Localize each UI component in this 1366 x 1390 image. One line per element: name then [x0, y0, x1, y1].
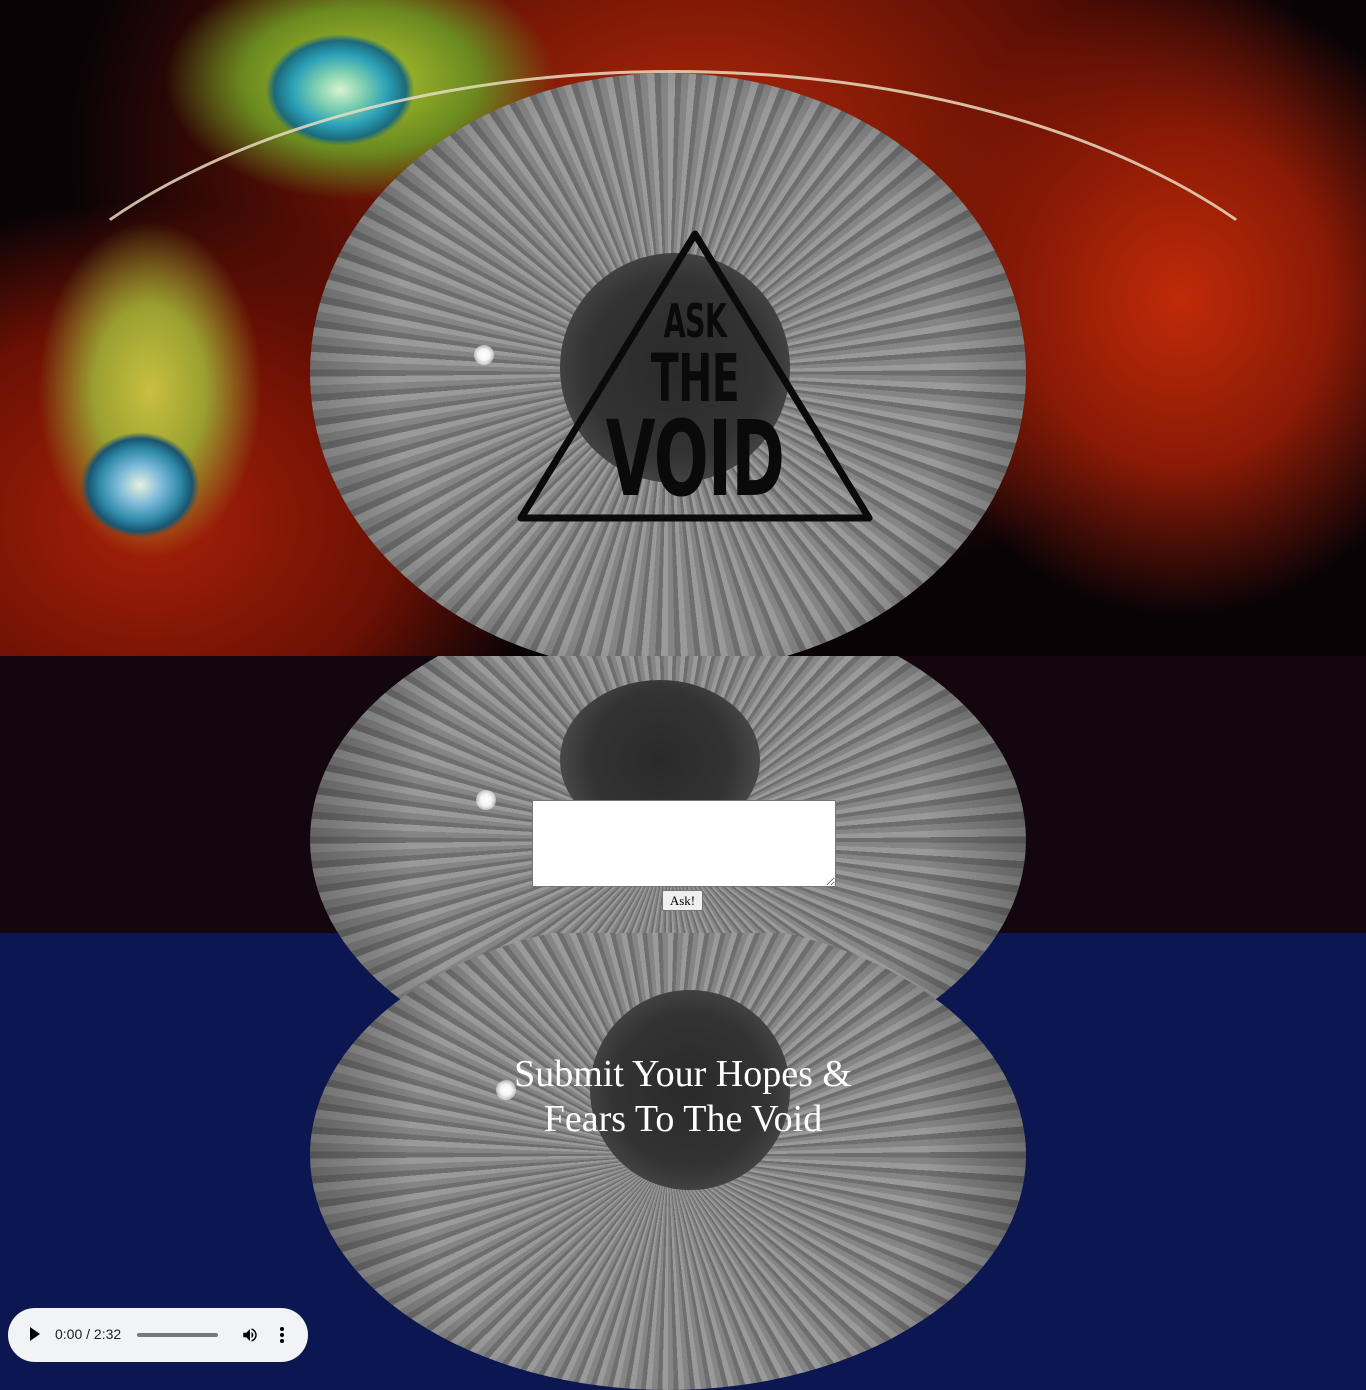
- audio-progress-slider[interactable]: [137, 1333, 218, 1337]
- logo-word-void: VOID: [605, 398, 785, 520]
- ask-button[interactable]: Ask!: [662, 890, 703, 911]
- tagline: Submit Your Hopes & Fears To The Void: [514, 1053, 852, 1140]
- eye-image-bottom: [310, 933, 1026, 1390]
- more-options-icon[interactable]: [274, 1325, 290, 1345]
- eye-glint: [476, 790, 496, 810]
- eye-glint: [474, 345, 494, 365]
- ask-the-void-logo: ASK THE VOID: [515, 228, 875, 524]
- question-input[interactable]: [532, 800, 836, 887]
- audio-time-display: 0:00 / 2:32: [55, 1326, 122, 1342]
- audio-player: 0:00 / 2:32: [8, 1308, 308, 1362]
- play-icon[interactable]: [30, 1327, 40, 1341]
- volume-icon[interactable]: [241, 1326, 259, 1344]
